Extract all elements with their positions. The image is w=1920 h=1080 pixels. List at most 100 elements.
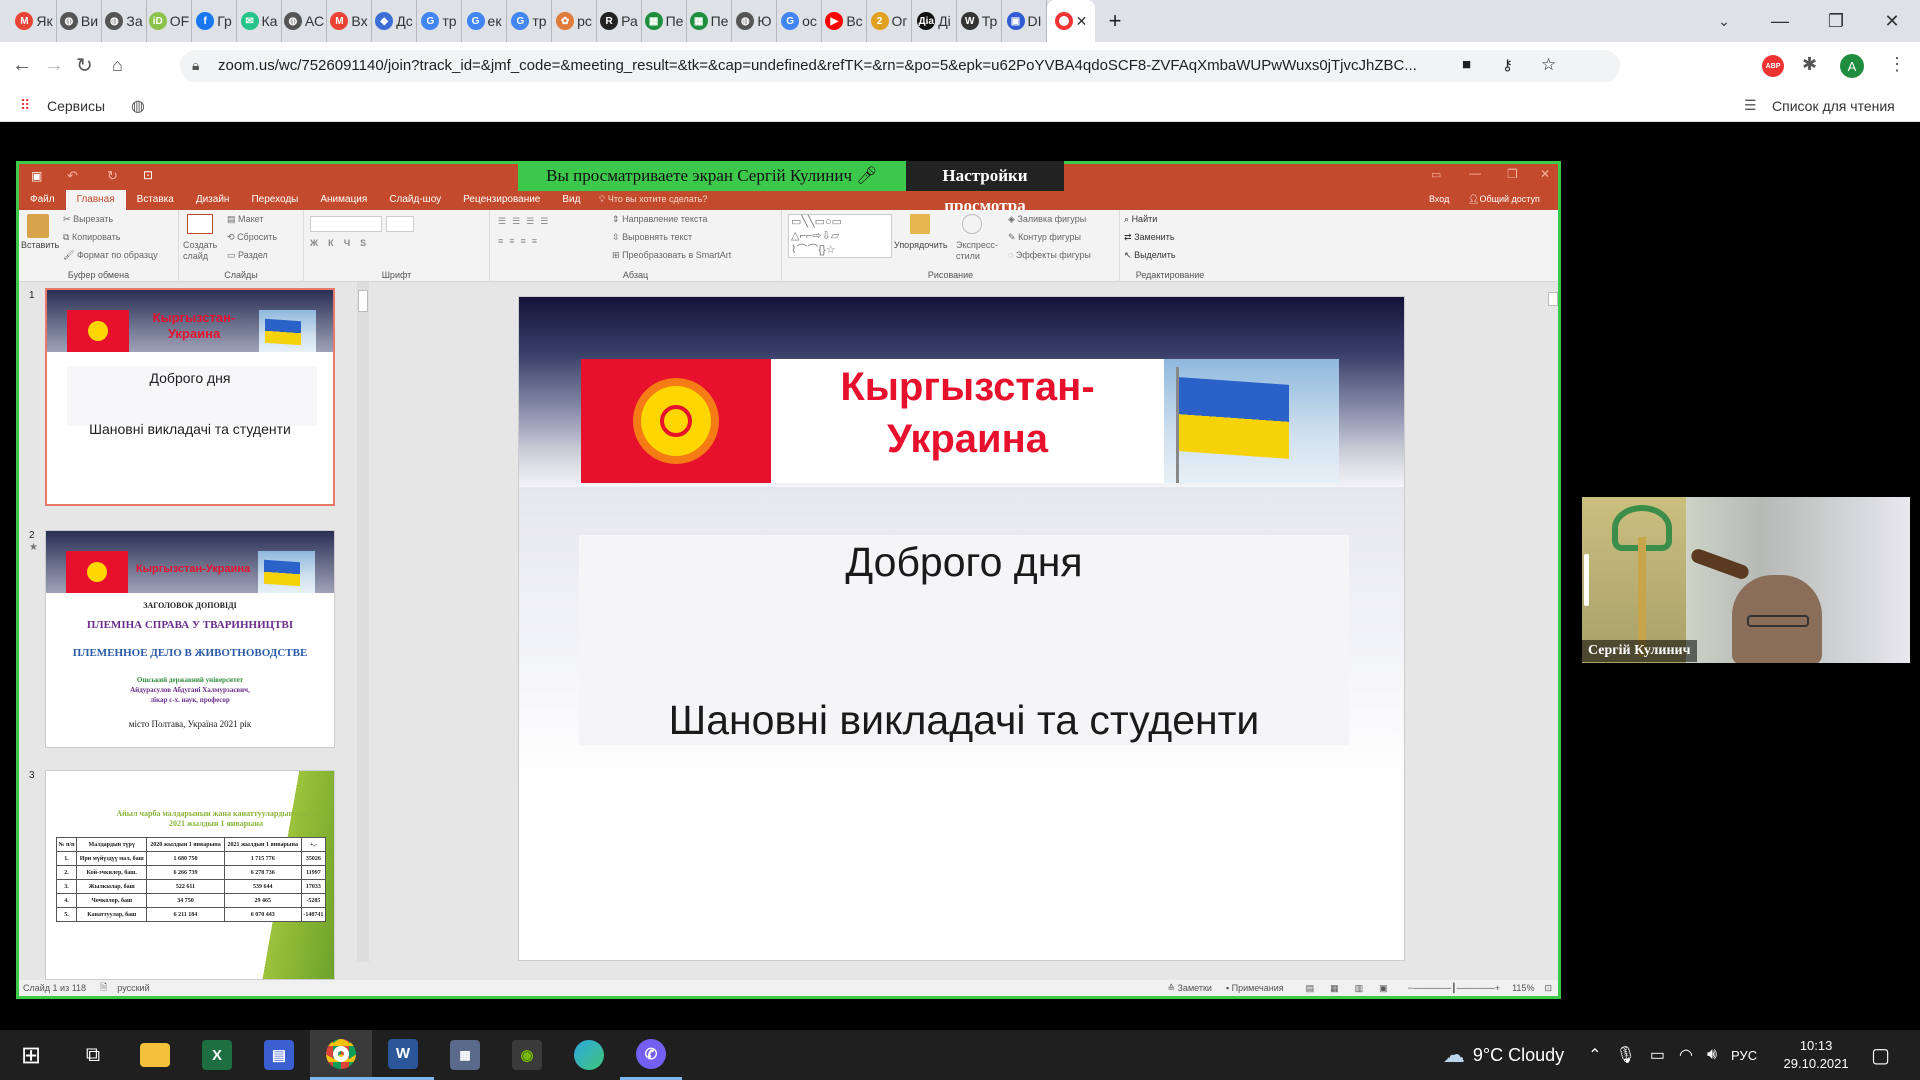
browser-tab[interactable]: Gос [777, 0, 822, 42]
browser-tab[interactable]: ▦ Пе [642, 0, 687, 42]
browser-tab[interactable]: ✿ рс [552, 0, 597, 42]
quick-styles-button[interactable]: Экспресс-стили [956, 240, 998, 262]
browser-tab[interactable]: ◍ АС [282, 0, 327, 42]
undo-icon[interactable]: ↶ [67, 168, 78, 184]
reload-icon[interactable]: ↻ [76, 53, 112, 78]
thumb-slide-3[interactable]: Айыл чарба малдарынын жана канаттууларды… [45, 770, 335, 980]
slide-line-2[interactable]: Шановні викладачі та студенти [579, 697, 1349, 744]
key-icon[interactable]: ⚷ [1502, 56, 1513, 74]
shapes-gallery[interactable]: ▭╲╲▭○▭ △⌐⌐⇨⇩▱ ⌇⌒⌒{}☆ [788, 214, 892, 258]
find-button[interactable]: ⌕ Найти [1124, 214, 1157, 225]
home-icon[interactable]: ⌂ [112, 55, 148, 76]
spellcheck-icon[interactable]: 🗎 [100, 980, 107, 996]
close-tab-icon[interactable]: ✕ [1076, 13, 1088, 30]
address-bar[interactable]: 🔒︎ zoom.us/wc/7526091140/join?track_id=&… [180, 50, 1620, 82]
browser-tab[interactable]: Діа Ді [912, 0, 957, 42]
section-button[interactable]: ▭ Раздел [227, 250, 268, 261]
main-slide[interactable]: Кыргызстан-Украина Доброго дня Шановні в… [518, 296, 1405, 961]
apps-icon[interactable]: ⠿ [20, 97, 30, 114]
ribbon-tab-1[interactable]: Главная [65, 190, 126, 210]
redo-icon[interactable]: ↻ [107, 168, 118, 184]
ribbon-tab-3[interactable]: Дизайн [185, 190, 241, 210]
task-view-button[interactable]: ⧉ [62, 1030, 124, 1080]
browser-tab[interactable]: ◍ За [102, 0, 147, 42]
ribbon-tab-6[interactable]: Слайд-шоу [378, 190, 452, 210]
share-button[interactable]: 👤︎Общий доступ [1468, 194, 1540, 205]
view-options-button[interactable]: Настройки просмотра [906, 161, 1064, 215]
browser-tab[interactable]: M Як [12, 0, 57, 42]
nvidia-app[interactable]: ◉ [496, 1030, 558, 1080]
slide-line-1[interactable]: Доброго дня [579, 539, 1349, 586]
star-icon[interactable]: ☆ [1541, 55, 1556, 75]
profile-avatar[interactable]: A [1840, 54, 1864, 78]
ribbon-options-icon[interactable]: ▭ [1431, 168, 1441, 181]
viber-app[interactable]: ✆ [620, 1030, 682, 1080]
layout-button[interactable]: ▤ Макет [227, 214, 264, 225]
copy-button[interactable]: ⧉ Копировать [63, 232, 120, 243]
paste-icon[interactable] [27, 214, 49, 238]
bookmark-apps[interactable]: Сервисы [47, 98, 105, 114]
font-name-box[interactable] [310, 216, 382, 232]
ribbon-tab-0[interactable]: Файл [19, 190, 66, 210]
shape-outline-button[interactable]: ✎ Контур фигуры [1008, 232, 1081, 243]
reset-button[interactable]: ⟲ Сбросить [227, 232, 277, 243]
align-icons[interactable]: ≡≡≡≡ [498, 236, 543, 246]
ppt-restore-icon[interactable]: ❐ [1507, 167, 1518, 181]
back-icon[interactable]: ← [12, 54, 44, 77]
slideshow-icon[interactable]: ⊡ [143, 168, 153, 182]
explorer-app[interactable] [124, 1030, 186, 1080]
minimize-icon[interactable]: — [1752, 11, 1808, 32]
adblock-icon[interactable]: ABP [1762, 55, 1784, 77]
participant-video[interactable]: Сергій Кулинич [1582, 497, 1910, 663]
browser-tab[interactable]: Gтр [417, 0, 462, 42]
edge-app[interactable] [558, 1030, 620, 1080]
replace-button[interactable]: ⇄ Заменить [1124, 232, 1175, 243]
zoom-slider[interactable]: −──────┃──────+ [1408, 983, 1500, 994]
browser-tab[interactable]: ▶ Вс [822, 0, 867, 42]
save-app[interactable]: ▤ [248, 1030, 310, 1080]
view-buttons[interactable]: ▤▦▥▣ [1306, 983, 1404, 994]
ribbon-tab-5[interactable]: Анимация [309, 190, 378, 210]
restore-icon[interactable]: ❐ [1808, 11, 1864, 32]
save-icon[interactable]: ▣ [31, 169, 42, 183]
select-button[interactable]: ↖ Выделить [1124, 250, 1176, 261]
tab-search-icon[interactable]: ⌄ [1696, 13, 1752, 30]
url-text[interactable]: zoom.us/wc/7526091140/join?track_id=&jmf… [218, 57, 1468, 74]
arrange-icon[interactable] [910, 214, 930, 234]
close-window-icon[interactable]: ✕ [1864, 11, 1920, 32]
arrange-button[interactable]: Упорядочить [894, 240, 948, 250]
thumb-slide-2[interactable]: Кыргызстан-Украина ЗАГОЛОВОК ДОПОВІДІ ПЛ… [45, 530, 335, 748]
new-tab-button[interactable]: + [1095, 8, 1135, 34]
camera-icon[interactable]: ■ [1462, 56, 1471, 73]
font-format-icons[interactable]: ЖКЧS [310, 238, 376, 248]
browser-tab[interactable]: ▦ Пе [687, 0, 732, 42]
reading-list[interactable]: Список для чтения [1772, 98, 1895, 114]
format-painter-button[interactable]: 🖌︎ Формат по образцу [63, 250, 158, 261]
text-direction-button[interactable]: ⇕ Направление текста [612, 214, 707, 225]
shape-effects-button[interactable]: ◌ Эффекты фигуры [1008, 250, 1091, 260]
align-text-button[interactable]: ⇳ Выровнять текст [612, 232, 692, 243]
notes-button[interactable]: ≙ Заметки [1167, 983, 1212, 994]
browser-tab[interactable]: ◆ Дс [372, 0, 417, 42]
extensions-icon[interactable]: ✱ [1802, 54, 1817, 75]
browser-tab[interactable]: Gтр [507, 0, 552, 42]
reading-list-icon[interactable]: ☰ [1744, 97, 1757, 114]
browser-tab[interactable]: iD OF [147, 0, 192, 42]
browser-tab[interactable]: R Ра [597, 0, 642, 42]
menu-icon[interactable]: ⋮ [1888, 54, 1906, 75]
cloud-icon[interactable]: ☁ [1443, 1042, 1465, 1068]
chrome-app[interactable] [310, 1030, 372, 1080]
chevron-up-icon[interactable]: ⌃ [1588, 1045, 1601, 1065]
notifications-icon[interactable]: ▢ [1871, 1043, 1890, 1068]
thumb-slide-1[interactable]: Кыргызстан-Украина Доброго дня Шановні в… [45, 288, 335, 506]
signin-link[interactable]: Вход [1429, 194, 1449, 204]
start-button[interactable]: ⊞ [0, 1030, 62, 1080]
input-language[interactable]: РУС [1731, 1048, 1757, 1063]
browser-tab[interactable]: 2 Ог [867, 0, 912, 42]
browser-tab[interactable]: f Гр [192, 0, 237, 42]
ribbon-tab-2[interactable]: Вставка [126, 190, 185, 210]
weather-widget[interactable]: 9°C Cloudy [1473, 1045, 1564, 1066]
ppt-close-icon[interactable]: ✕ [1540, 167, 1550, 181]
word-app[interactable]: W [372, 1030, 434, 1080]
panel-resize-handle[interactable] [1584, 554, 1589, 606]
